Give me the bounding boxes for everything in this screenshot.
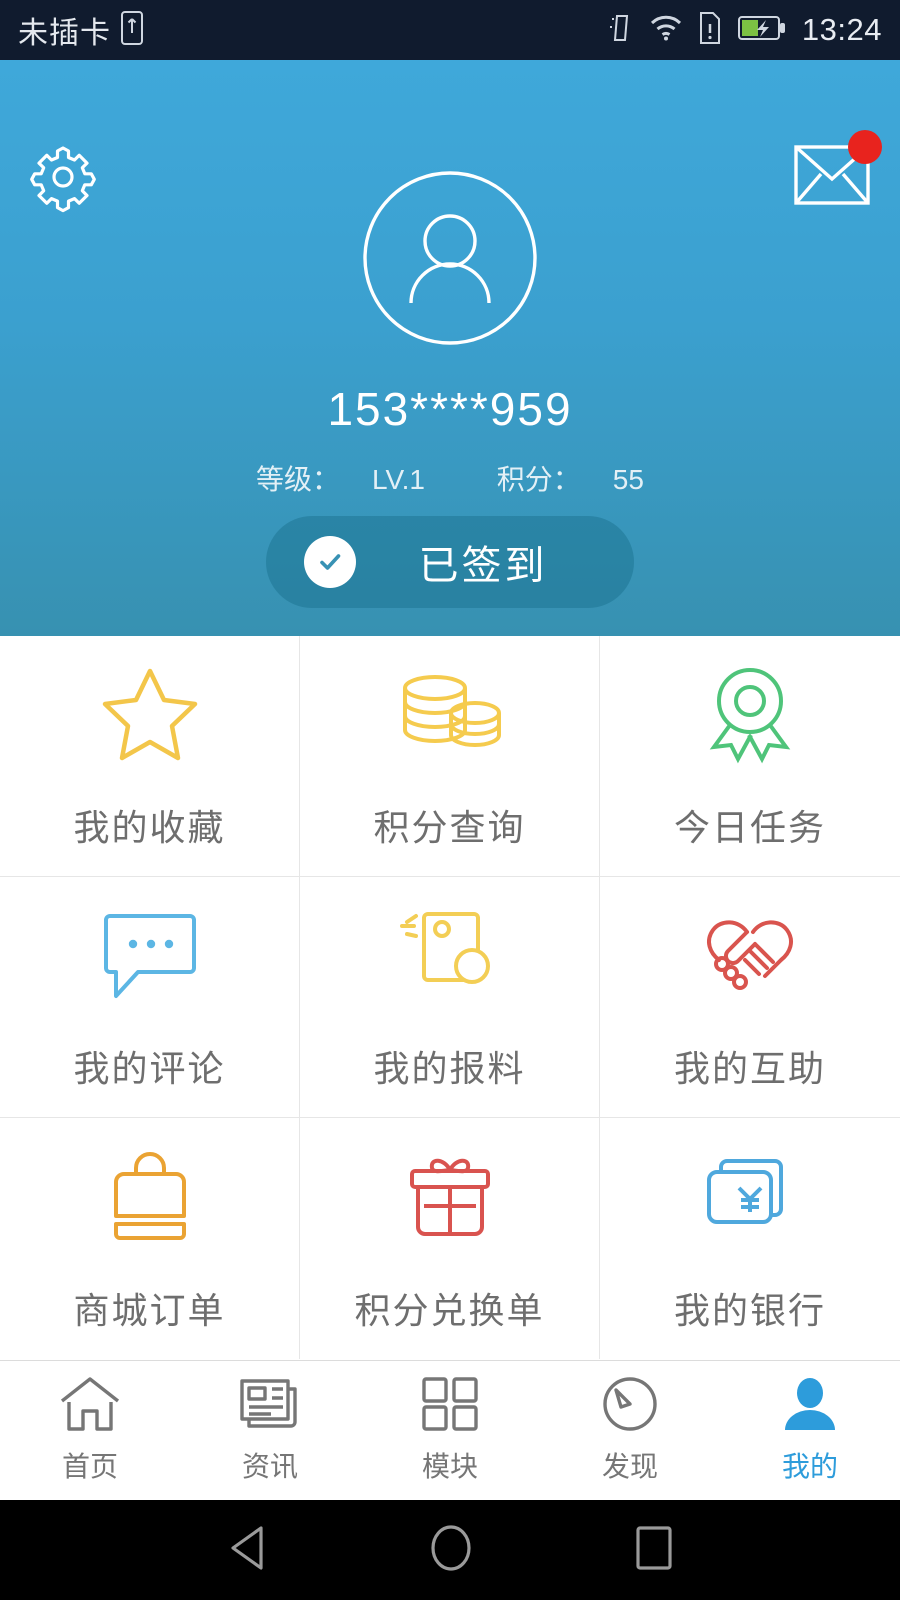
tipoff-icon bbox=[398, 902, 502, 1006]
carrier-label: 未插卡 bbox=[18, 17, 111, 50]
grid-item-points-exchange[interactable]: 积分兑换单 bbox=[300, 1118, 600, 1359]
gear-icon[interactable] bbox=[26, 140, 100, 214]
status-bar-left: 未插卡 bbox=[18, 8, 143, 52]
back-triangle-icon[interactable] bbox=[225, 1525, 269, 1576]
level-info: 等级： LV.1 bbox=[240, 464, 441, 495]
grid-item-label: 我的银行 bbox=[673, 1289, 826, 1331]
discover-icon bbox=[601, 1376, 659, 1437]
user-avatar-icon bbox=[363, 171, 537, 345]
grid-item-label: 我的收藏 bbox=[73, 807, 226, 848]
grid-item-today-tasks[interactable]: 今日任务 bbox=[600, 636, 900, 877]
grid-item-my-mutual-aid[interactable]: 我的互助 bbox=[600, 877, 900, 1118]
sign-in-button[interactable]: 已签到 bbox=[266, 516, 634, 608]
grid-item-my-comments[interactable]: 我的评论 bbox=[0, 877, 300, 1118]
android-nav-bar bbox=[0, 1500, 900, 1600]
grid-item-label: 我的评论 bbox=[73, 1048, 226, 1089]
tab-news[interactable]: 资讯 bbox=[180, 1376, 360, 1485]
grid-item-favorites[interactable]: 我的收藏 bbox=[0, 636, 300, 877]
sim-alert-icon bbox=[698, 11, 722, 49]
messages-button[interactable] bbox=[794, 130, 882, 206]
gift-icon bbox=[398, 1144, 502, 1248]
grid-item-my-bank[interactable]: 我的银行 bbox=[600, 1118, 900, 1359]
grid-item-label: 商城订单 bbox=[73, 1289, 226, 1331]
bank-card-icon bbox=[695, 1144, 805, 1248]
points-info: 积分： 55 bbox=[481, 464, 660, 495]
grid-item-my-tipoffs[interactable]: 我的报料 bbox=[300, 877, 600, 1118]
profile-icon bbox=[781, 1376, 839, 1437]
status-bar-right: 13:24 bbox=[608, 11, 882, 49]
level-label: 等级： bbox=[256, 464, 341, 495]
unread-badge bbox=[848, 130, 882, 164]
grid-item-points-query[interactable]: 积分查询 bbox=[300, 636, 600, 877]
grid-item-label: 今日任务 bbox=[673, 807, 826, 848]
user-meta: 等级： LV.1 积分： 55 bbox=[0, 458, 900, 498]
tab-modules[interactable]: 模块 bbox=[360, 1376, 540, 1485]
sim-card-icon bbox=[121, 10, 143, 50]
modules-icon bbox=[421, 1376, 479, 1437]
status-bar: 未插卡 13:24 bbox=[0, 0, 900, 60]
tab-label: 我的 bbox=[781, 1451, 838, 1482]
vibrate-icon bbox=[608, 13, 634, 48]
username-label: 153****959 bbox=[327, 383, 573, 435]
news-icon bbox=[239, 1376, 301, 1437]
handshake-icon bbox=[695, 902, 805, 1006]
tab-discover[interactable]: 发现 bbox=[540, 1376, 720, 1485]
tab-profile[interactable]: 我的 bbox=[720, 1376, 900, 1485]
profile-header: 153****959 等级： LV.1 积分： 55 已签到 bbox=[0, 60, 900, 636]
star-icon bbox=[98, 661, 202, 765]
points-value: 55 bbox=[612, 464, 644, 495]
tab-home[interactable]: 首页 bbox=[0, 1376, 180, 1485]
check-circle-icon bbox=[304, 536, 356, 588]
level-value: LV.1 bbox=[372, 464, 425, 495]
home-icon bbox=[59, 1376, 121, 1437]
recents-square-icon[interactable] bbox=[633, 1525, 675, 1576]
points-label: 积分： bbox=[496, 464, 581, 495]
comment-icon bbox=[98, 902, 202, 1006]
bottom-tab-bar: 首页 资讯 模块 发现 我的 bbox=[0, 1360, 900, 1500]
tab-label: 资讯 bbox=[241, 1451, 298, 1482]
avatar[interactable] bbox=[362, 170, 538, 346]
bag-icon bbox=[98, 1144, 202, 1248]
grid-item-label: 我的互助 bbox=[673, 1048, 826, 1089]
grid-item-label: 我的报料 bbox=[373, 1048, 526, 1089]
grid-item-label: 积分兑换单 bbox=[354, 1289, 545, 1331]
tab-label: 模块 bbox=[421, 1451, 478, 1482]
sign-in-label: 已签到 bbox=[418, 544, 548, 588]
wifi-icon bbox=[650, 15, 682, 46]
medal-icon bbox=[698, 661, 802, 765]
grid-item-label: 积分查询 bbox=[373, 807, 526, 848]
grid-item-mall-orders[interactable]: 商城订单 bbox=[0, 1118, 300, 1359]
clock-label: 13:24 bbox=[801, 12, 882, 47]
battery-charging-icon bbox=[737, 14, 786, 47]
feature-grid: 我的收藏 积分查询 今日任务 我的评论 我的报料 我的互助 商城订单 积分兑换单… bbox=[0, 636, 900, 1359]
phone-screen: 未插卡 13:24 153****959 等级： LV.1 积分： 55 已签到… bbox=[0, 0, 900, 1600]
tab-label: 首页 bbox=[61, 1451, 118, 1482]
coins-icon bbox=[395, 661, 505, 765]
home-circle-icon[interactable] bbox=[429, 1524, 473, 1577]
tab-label: 发现 bbox=[601, 1451, 658, 1482]
